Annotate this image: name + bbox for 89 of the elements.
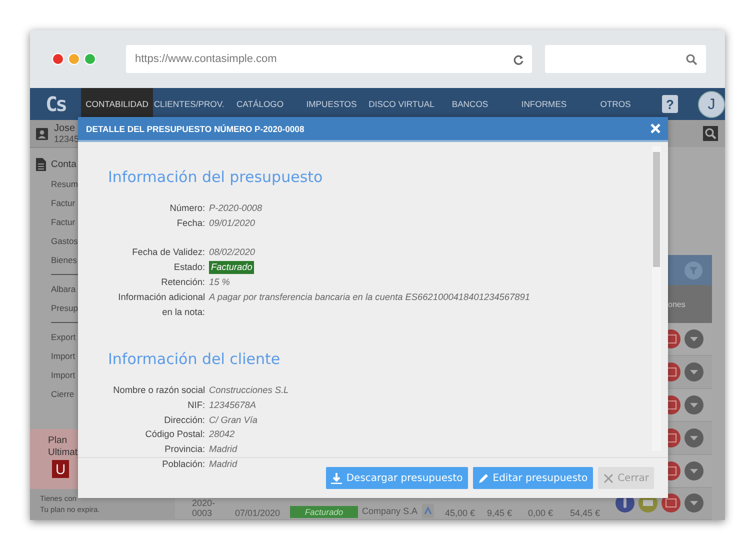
sidebar-item[interactable]: Albara [51, 280, 76, 299]
field-label: Estado: [172, 261, 205, 274]
table-cell-text: 9,45 € [487, 508, 514, 518]
field-label: Información adicional en la nota: [117, 291, 205, 319]
status-badge: Facturado [209, 261, 254, 274]
field-label: Fecha de Validez: [131, 246, 205, 259]
field-value: A pagar por transferencia bancaria en la cuenta ES6621000418401234567891 [209, 291, 531, 304]
scrollbar[interactable] [652, 146, 661, 451]
user-avatar[interactable]: J [698, 91, 725, 118]
download-icon [331, 472, 342, 484]
pencil-icon [478, 472, 489, 484]
field-value: 08/02/2020 [209, 246, 256, 259]
section-heading: Información del presupuesto [108, 168, 324, 186]
field-value: Madrid [209, 458, 238, 471]
field-value: Construcciones S.L [209, 384, 290, 397]
column-header: ones [668, 300, 686, 308]
sidebar-item[interactable]: Import [51, 347, 76, 366]
dropdown-icon[interactable] [684, 362, 704, 382]
nav-tab[interactable]: CATÁLOGO [225, 88, 295, 120]
sidebar-item[interactable]: Resum [51, 175, 78, 194]
window-control-icon[interactable] [84, 53, 96, 65]
field-label: Nombre o razón social [112, 384, 205, 397]
field-value: 15 % [209, 276, 231, 289]
close-icon[interactable] [650, 123, 661, 134]
plan-name: Ultimat [48, 447, 78, 459]
section-heading: Información del cliente [108, 350, 282, 368]
field-label: Número: [168, 202, 205, 215]
user-icon [36, 128, 48, 140]
field-value: C/ Gran Vía [209, 414, 259, 427]
field-label: Retención: [160, 276, 205, 289]
help-button[interactable]: ? [662, 95, 678, 113]
download-button[interactable]: Descargar presupuesto [326, 467, 468, 489]
section-title[interactable]: Conta [51, 159, 76, 170]
close-icon [602, 472, 614, 484]
sidebar-item[interactable]: Presup [51, 299, 78, 318]
table-cell-text: 2020- 0003 [192, 498, 216, 518]
window-control-icon[interactable] [68, 53, 80, 65]
table-cell-text: 0,00 € [528, 508, 554, 518]
nav-tab[interactable]: CONTABILIDAD [81, 88, 153, 120]
table-cell-text: 45,00 € [445, 508, 476, 518]
dropdown-icon[interactable] [684, 329, 704, 349]
sidebar-item[interactable]: Gastos [51, 232, 78, 251]
sidebar-item[interactable]: Bienes [51, 251, 77, 270]
user-id: 12345 [54, 134, 80, 144]
sidebar-item[interactable]: Cierre [51, 385, 74, 404]
field-value: 09/01/2020 [209, 217, 256, 230]
nav-tab[interactable]: BANCOS [435, 88, 505, 120]
dropdown-icon[interactable] [684, 428, 704, 448]
search-field[interactable] [545, 45, 706, 73]
table-cell-text: 07/01/2020 [235, 508, 282, 518]
field-value: 12345678A [209, 398, 258, 412]
address-bar[interactable]: https://www.contasimple.com [126, 45, 532, 73]
search-icon[interactable] [703, 126, 718, 141]
sidebar-item[interactable]: Factur [51, 194, 76, 213]
edit-button[interactable]: Editar presupuesto [472, 467, 593, 489]
sidebar-item[interactable]: Import [51, 366, 76, 385]
nav-tab[interactable]: OTROS [583, 88, 648, 120]
reload-icon[interactable] [513, 54, 524, 64]
search-icon [686, 54, 697, 64]
plan-badge: U [52, 460, 69, 478]
nav-tab[interactable]: INFORMES [505, 88, 583, 120]
plan-title: Plan [48, 435, 68, 447]
table-cell: Company S.A [362, 506, 418, 516]
logo[interactable]: Cs [30, 88, 81, 120]
field-label: Población: [161, 458, 205, 471]
field-value: Madrid [209, 443, 238, 456]
dropdown-icon[interactable] [684, 493, 704, 513]
field-label: Fecha: [176, 217, 205, 230]
field-label: Código Postal: [144, 428, 205, 442]
pdf-icon[interactable] [661, 493, 681, 513]
status-badge: Facturado [290, 506, 358, 518]
field-value: P-2020-0008 [209, 202, 264, 215]
field-label: Provincia: [164, 443, 205, 456]
dropdown-icon[interactable] [684, 461, 704, 481]
document-icon [36, 158, 46, 171]
dropdown-icon[interactable] [684, 395, 704, 415]
field-value: 28042 [209, 428, 236, 442]
nav-tab[interactable]: IMPUESTOS [295, 88, 368, 120]
table-cell-text: 54,45 € [570, 508, 602, 518]
sidebar-item[interactable]: Factur [51, 213, 76, 232]
dialog-title: DETALLE DEL PRESUPUESTO NÚMERO P-2020-0008 [86, 124, 304, 134]
field-label: Dirección: [163, 414, 205, 427]
user-name: Jose [54, 122, 76, 134]
nav-tab[interactable]: DISCO VIRTUAL [368, 88, 435, 120]
sidebar-item[interactable]: Export [51, 328, 76, 347]
url-text: https://www.contasimple.com [135, 53, 277, 65]
window-control-icon[interactable] [52, 53, 64, 65]
nav-tab[interactable]: CLIENTES/PROV. [153, 88, 225, 120]
field-label: NIF: [186, 398, 205, 412]
